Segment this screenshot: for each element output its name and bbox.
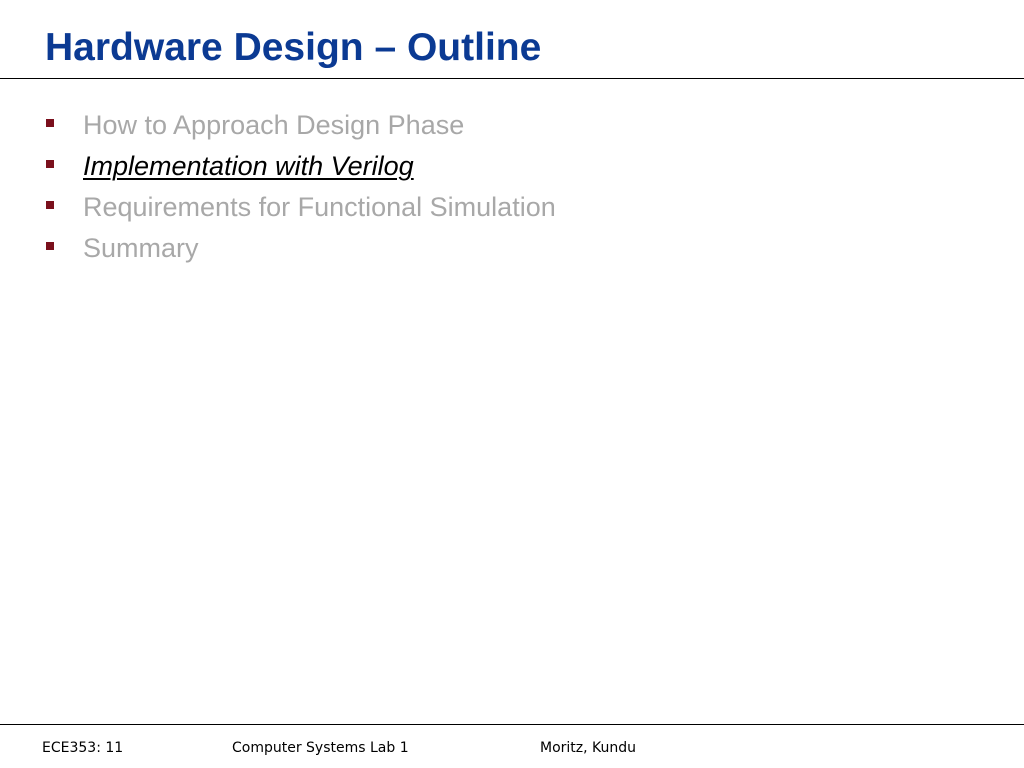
square-bullet-icon [46, 160, 54, 168]
title-divider [0, 78, 1024, 79]
square-bullet-icon [46, 201, 54, 209]
slide-title: Hardware Design – Outline [45, 26, 542, 69]
outline-item: Requirements for Functional Simulation [0, 187, 700, 228]
course-name: Computer Systems Lab 1 [232, 740, 409, 756]
outline-item-label: Summary [83, 233, 199, 263]
slide: Hardware Design – Outline How to Approac… [0, 0, 1024, 768]
outline-item: Summary [0, 228, 700, 269]
outline-item-label: Requirements for Functional Simulation [83, 192, 556, 222]
outline-list: How to Approach Design Phase Implementat… [0, 105, 700, 269]
square-bullet-icon [46, 242, 54, 250]
footer-divider [0, 724, 1024, 725]
outline-item: How to Approach Design Phase [0, 105, 700, 146]
authors: Moritz, Kundu [540, 740, 637, 756]
slide-number: ECE353: 11 [42, 740, 124, 756]
outline-item-label: Implementation with Verilog [83, 151, 414, 181]
outline-item-current: Implementation with Verilog [0, 146, 700, 187]
square-bullet-icon [46, 119, 54, 127]
outline-item-label: How to Approach Design Phase [83, 110, 465, 140]
